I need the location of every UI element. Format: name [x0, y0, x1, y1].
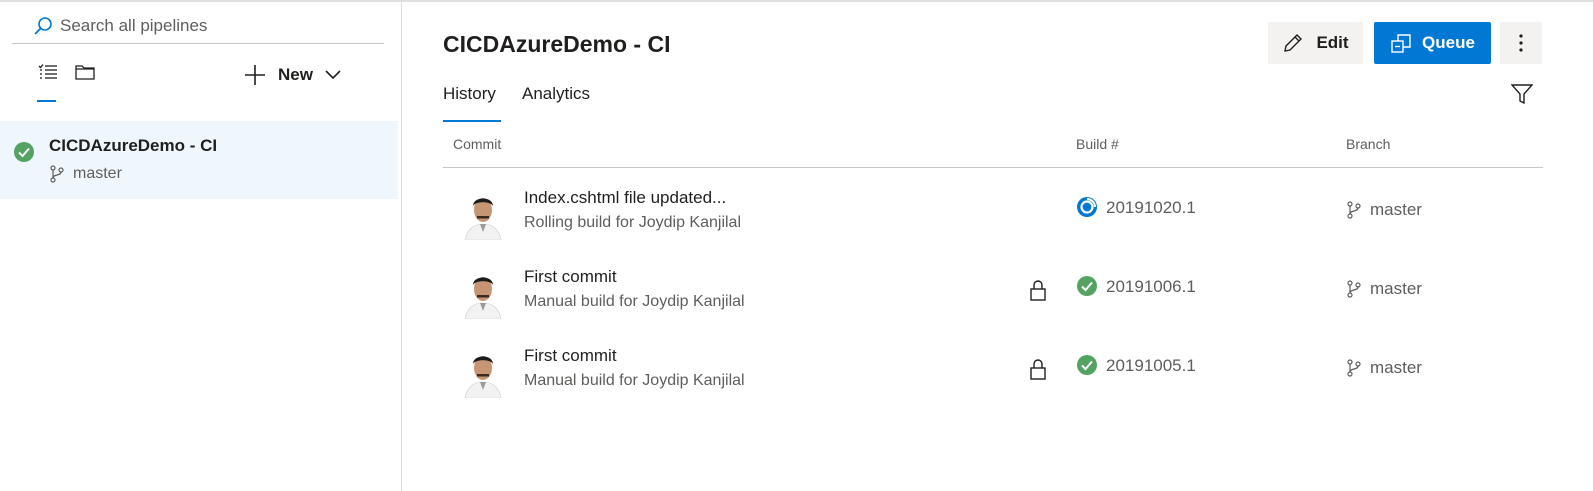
success-status-icon	[1077, 276, 1097, 296]
table-header-divider	[443, 167, 1543, 168]
tab-history[interactable]: History	[443, 84, 496, 124]
build-number[interactable]: 20191006.1	[1106, 277, 1196, 297]
new-pipeline-button[interactable]: New	[244, 60, 341, 90]
row-branch-label: master	[1370, 200, 1422, 219]
view-selected-indicator	[37, 100, 56, 102]
lock-icon	[1030, 280, 1046, 301]
row-branch-label: master	[1370, 358, 1422, 377]
pipeline-branch-label: master	[73, 165, 122, 182]
commit-subtitle: Manual build for Joydip Kanjilal	[524, 372, 745, 389]
avatar	[461, 188, 505, 240]
queue-icon	[1391, 34, 1411, 53]
table-row[interactable]: First commit Manual build for Joydip Kanj…	[443, 257, 1543, 335]
table-row[interactable]: Index.cshtml file updated... Rolling buil…	[443, 178, 1543, 256]
commit-title: First commit	[524, 346, 617, 365]
edit-button-label: Edit	[1316, 33, 1349, 52]
branch-icon	[1347, 280, 1361, 298]
in-progress-status-icon	[1077, 197, 1097, 217]
tab-analytics[interactable]: Analytics	[522, 84, 590, 124]
tab-selected-indicator	[443, 120, 501, 122]
branch-icon	[1347, 359, 1361, 377]
build-number[interactable]: 20191020.1	[1106, 198, 1196, 218]
commit-subtitle: Rolling build for Joydip Kanjilal	[524, 214, 742, 231]
build-number[interactable]: 20191005.1	[1106, 356, 1196, 376]
avatar	[461, 267, 505, 319]
folder-view-icon[interactable]	[73, 60, 97, 84]
commit-title: Index.cshtml file updated...	[524, 188, 727, 207]
queue-button[interactable]: Queue	[1374, 22, 1491, 64]
column-header-build[interactable]: Build #	[1076, 136, 1119, 152]
commit-title: First commit	[524, 267, 617, 286]
success-status-icon	[14, 142, 34, 162]
search-input[interactable]	[60, 15, 360, 36]
plus-icon	[245, 65, 265, 85]
queue-button-label: Queue	[1422, 33, 1475, 52]
table-row[interactable]: First commit Manual build for Joydip Kanj…	[443, 336, 1543, 414]
filter-icon[interactable]	[1509, 81, 1535, 107]
column-header-commit[interactable]: Commit	[453, 136, 501, 152]
chevron-down-icon	[325, 70, 341, 80]
search-box[interactable]	[12, 8, 384, 44]
pencil-icon	[1284, 34, 1303, 52]
more-vertical-icon	[1519, 34, 1523, 52]
branch-icon	[50, 165, 64, 183]
row-branch: master	[1346, 200, 1422, 220]
page-title: CICDAzureDemo - CI	[443, 31, 671, 57]
row-branch: master	[1346, 358, 1422, 378]
success-status-icon	[1077, 355, 1097, 375]
branch-icon	[1347, 201, 1361, 219]
edit-button[interactable]: Edit	[1268, 22, 1363, 64]
search-icon	[32, 15, 54, 37]
column-header-branch[interactable]: Branch	[1346, 136, 1390, 152]
row-branch-label: master	[1370, 279, 1422, 298]
pipeline-list-item[interactable]: CICDAzureDemo - CI master	[0, 121, 398, 199]
row-branch: master	[1346, 279, 1422, 299]
pipeline-branch: master	[49, 165, 122, 183]
avatar	[461, 346, 505, 398]
new-button-label: New	[278, 65, 313, 84]
commit-subtitle: Manual build for Joydip Kanjilal	[524, 293, 745, 310]
lock-icon	[1030, 359, 1046, 380]
more-actions-button[interactable]	[1500, 22, 1542, 64]
pipeline-name: CICDAzureDemo - CI	[49, 136, 218, 155]
list-view-icon[interactable]	[36, 60, 60, 84]
pipelines-sidebar: New CICDAzureDemo - CI master	[0, 2, 402, 491]
